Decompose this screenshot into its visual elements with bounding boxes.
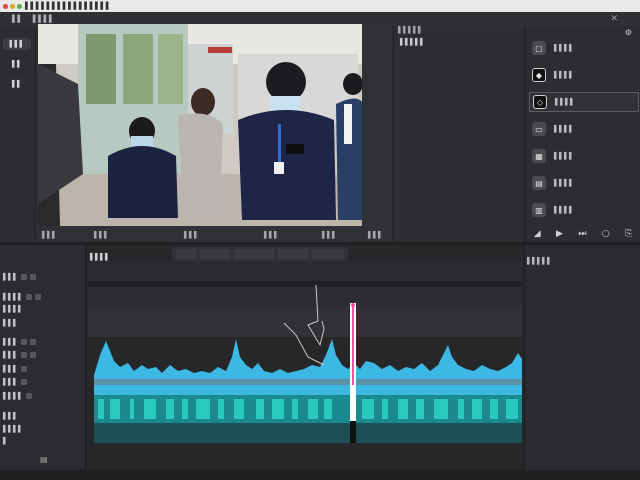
- close-window-icon[interactable]: [3, 3, 8, 9]
- effect-item-3[interactable]: ◇ ▌▌▌▌: [529, 92, 639, 112]
- effect-5-icon: ▦: [532, 149, 546, 163]
- left-panel-item-3[interactable]: ▌▌: [3, 78, 31, 90]
- track-row-7[interactable]: ▌▌▌: [3, 363, 27, 374]
- effect-item-4[interactable]: ▭ ▌▌▌▌: [529, 119, 639, 139]
- track-row-9[interactable]: ▌▌▌▌: [3, 390, 32, 401]
- track-row-4[interactable]: ▌▌▌: [3, 317, 18, 328]
- effect-3-icon: ◇: [533, 95, 547, 109]
- export-icon[interactable]: ⎘: [625, 229, 632, 239]
- close-icon[interactable]: ✕: [610, 14, 618, 24]
- track-row-11[interactable]: ▌▌▌▌: [3, 423, 23, 434]
- effect-item-7[interactable]: ▥ ▌▌▌▌: [529, 200, 639, 220]
- track-row-5[interactable]: ▌▌▌: [3, 336, 36, 347]
- effect-6-icon: ▤: [532, 176, 546, 190]
- inspector-panel: ▌▌▌▌▌ ▌▌▌▌▌: [393, 26, 524, 242]
- track-row-6[interactable]: ▌▌▌: [3, 349, 36, 360]
- viewer-timecode-bar: ▌▌▌ ▌▌▌ ▌▌▌ ▌▌▌ ▌▌▌ ▌▌▌: [38, 228, 392, 242]
- timeline-side-panel: ▌▌▌▌▌: [524, 245, 640, 470]
- left-panel-item-1[interactable]: ▌▌▌: [3, 38, 31, 50]
- timeline-area[interactable]: ▌▌▌▌ ▌▌▌▌: [86, 245, 524, 470]
- effect-item-2[interactable]: ◆ ▌▌▌▌: [529, 65, 639, 85]
- track-row-10[interactable]: ▌▌▌: [3, 410, 18, 421]
- effect-7-icon: ▥: [532, 203, 546, 217]
- window-title: ▌▌▌▌▌▌▌▌▌▌▌▌▌▌▌▌: [25, 2, 112, 10]
- track-row-2[interactable]: ▌▌▌▌: [3, 291, 41, 302]
- left-panel: ▌▌▌ ▌▌ ▌▌: [0, 26, 36, 242]
- waveform-track: [88, 247, 522, 443]
- inspector-header: ▌▌▌▌▌: [398, 26, 423, 34]
- maximize-window-icon[interactable]: [17, 3, 22, 9]
- timecode-mid-2: ▌▌▌: [184, 231, 199, 239]
- menu-item-1[interactable]: ▌▌: [12, 15, 23, 23]
- effect-4-icon: ▭: [532, 122, 546, 136]
- timecode-mid-1: ▌▌▌: [94, 231, 109, 239]
- video-frame-image: [38, 24, 362, 226]
- timecode-mid-4: ▌▌▌: [322, 231, 337, 239]
- title-bar: ▌▌▌▌▌▌▌▌▌▌▌▌▌▌▌▌: [0, 0, 640, 12]
- playback-controls: ◢ ▶ ⏭ ○ ⎘: [526, 226, 640, 242]
- effects-panel: ⚙ ▢ ▌▌▌▌ ◆ ▌▌▌▌ ◇ ▌▌▌▌ ▭ ▌▌▌▌ ▦ ▌▌▌▌ ▤ ▌▌▌▌ ▥ ▌…: [525, 26, 640, 242]
- track-row-1[interactable]: ▌▌▌: [3, 271, 36, 282]
- inspector-subheader: ▌▌▌▌▌: [400, 38, 425, 46]
- timeline-side-header: ▌▌▌▌▌: [527, 257, 552, 265]
- effect-item-5[interactable]: ▦ ▌▌▌▌: [529, 146, 639, 166]
- menu-item-2[interactable]: ▌▌▌▌: [33, 15, 55, 23]
- track-controls-panel: ▌▌▌ ▌▌▌▌ ▌▌▌▌ ▌▌▌ ▌▌▌ ▌▌▌ ▌▌▌ ▌▌▌ ▌▌▌▌ ▌…: [0, 245, 86, 470]
- effect-item-1[interactable]: ▢ ▌▌▌▌: [529, 38, 639, 58]
- step-icon[interactable]: ⏭: [578, 229, 586, 239]
- track-row-12[interactable]: ▌: [3, 435, 8, 446]
- track-footer-icon[interactable]: ▤: [40, 455, 48, 464]
- video-frame[interactable]: [38, 24, 362, 226]
- effect-item-6[interactable]: ▤ ▌▌▌▌: [529, 173, 639, 193]
- play-icon[interactable]: ▶: [556, 229, 563, 239]
- timecode-mid-3: ▌▌▌: [264, 231, 279, 239]
- track-row-8[interactable]: ▌▌▌: [3, 376, 27, 387]
- loop-icon[interactable]: ◢: [534, 229, 541, 239]
- panel-settings-icon[interactable]: ⚙: [625, 28, 632, 37]
- window-controls[interactable]: [3, 3, 22, 9]
- effect-1-icon: ▢: [532, 41, 546, 55]
- timecode-left: ▌▌▌: [42, 231, 57, 239]
- record-icon[interactable]: ○: [602, 229, 610, 239]
- effect-2-icon: ◆: [532, 68, 546, 82]
- timecode-right: ▌▌▌: [368, 231, 383, 239]
- left-panel-item-2[interactable]: ▌▌: [3, 58, 31, 70]
- status-bar: [0, 470, 640, 480]
- minimize-window-icon[interactable]: [10, 3, 15, 9]
- track-row-3[interactable]: ▌▌▌▌: [3, 303, 23, 314]
